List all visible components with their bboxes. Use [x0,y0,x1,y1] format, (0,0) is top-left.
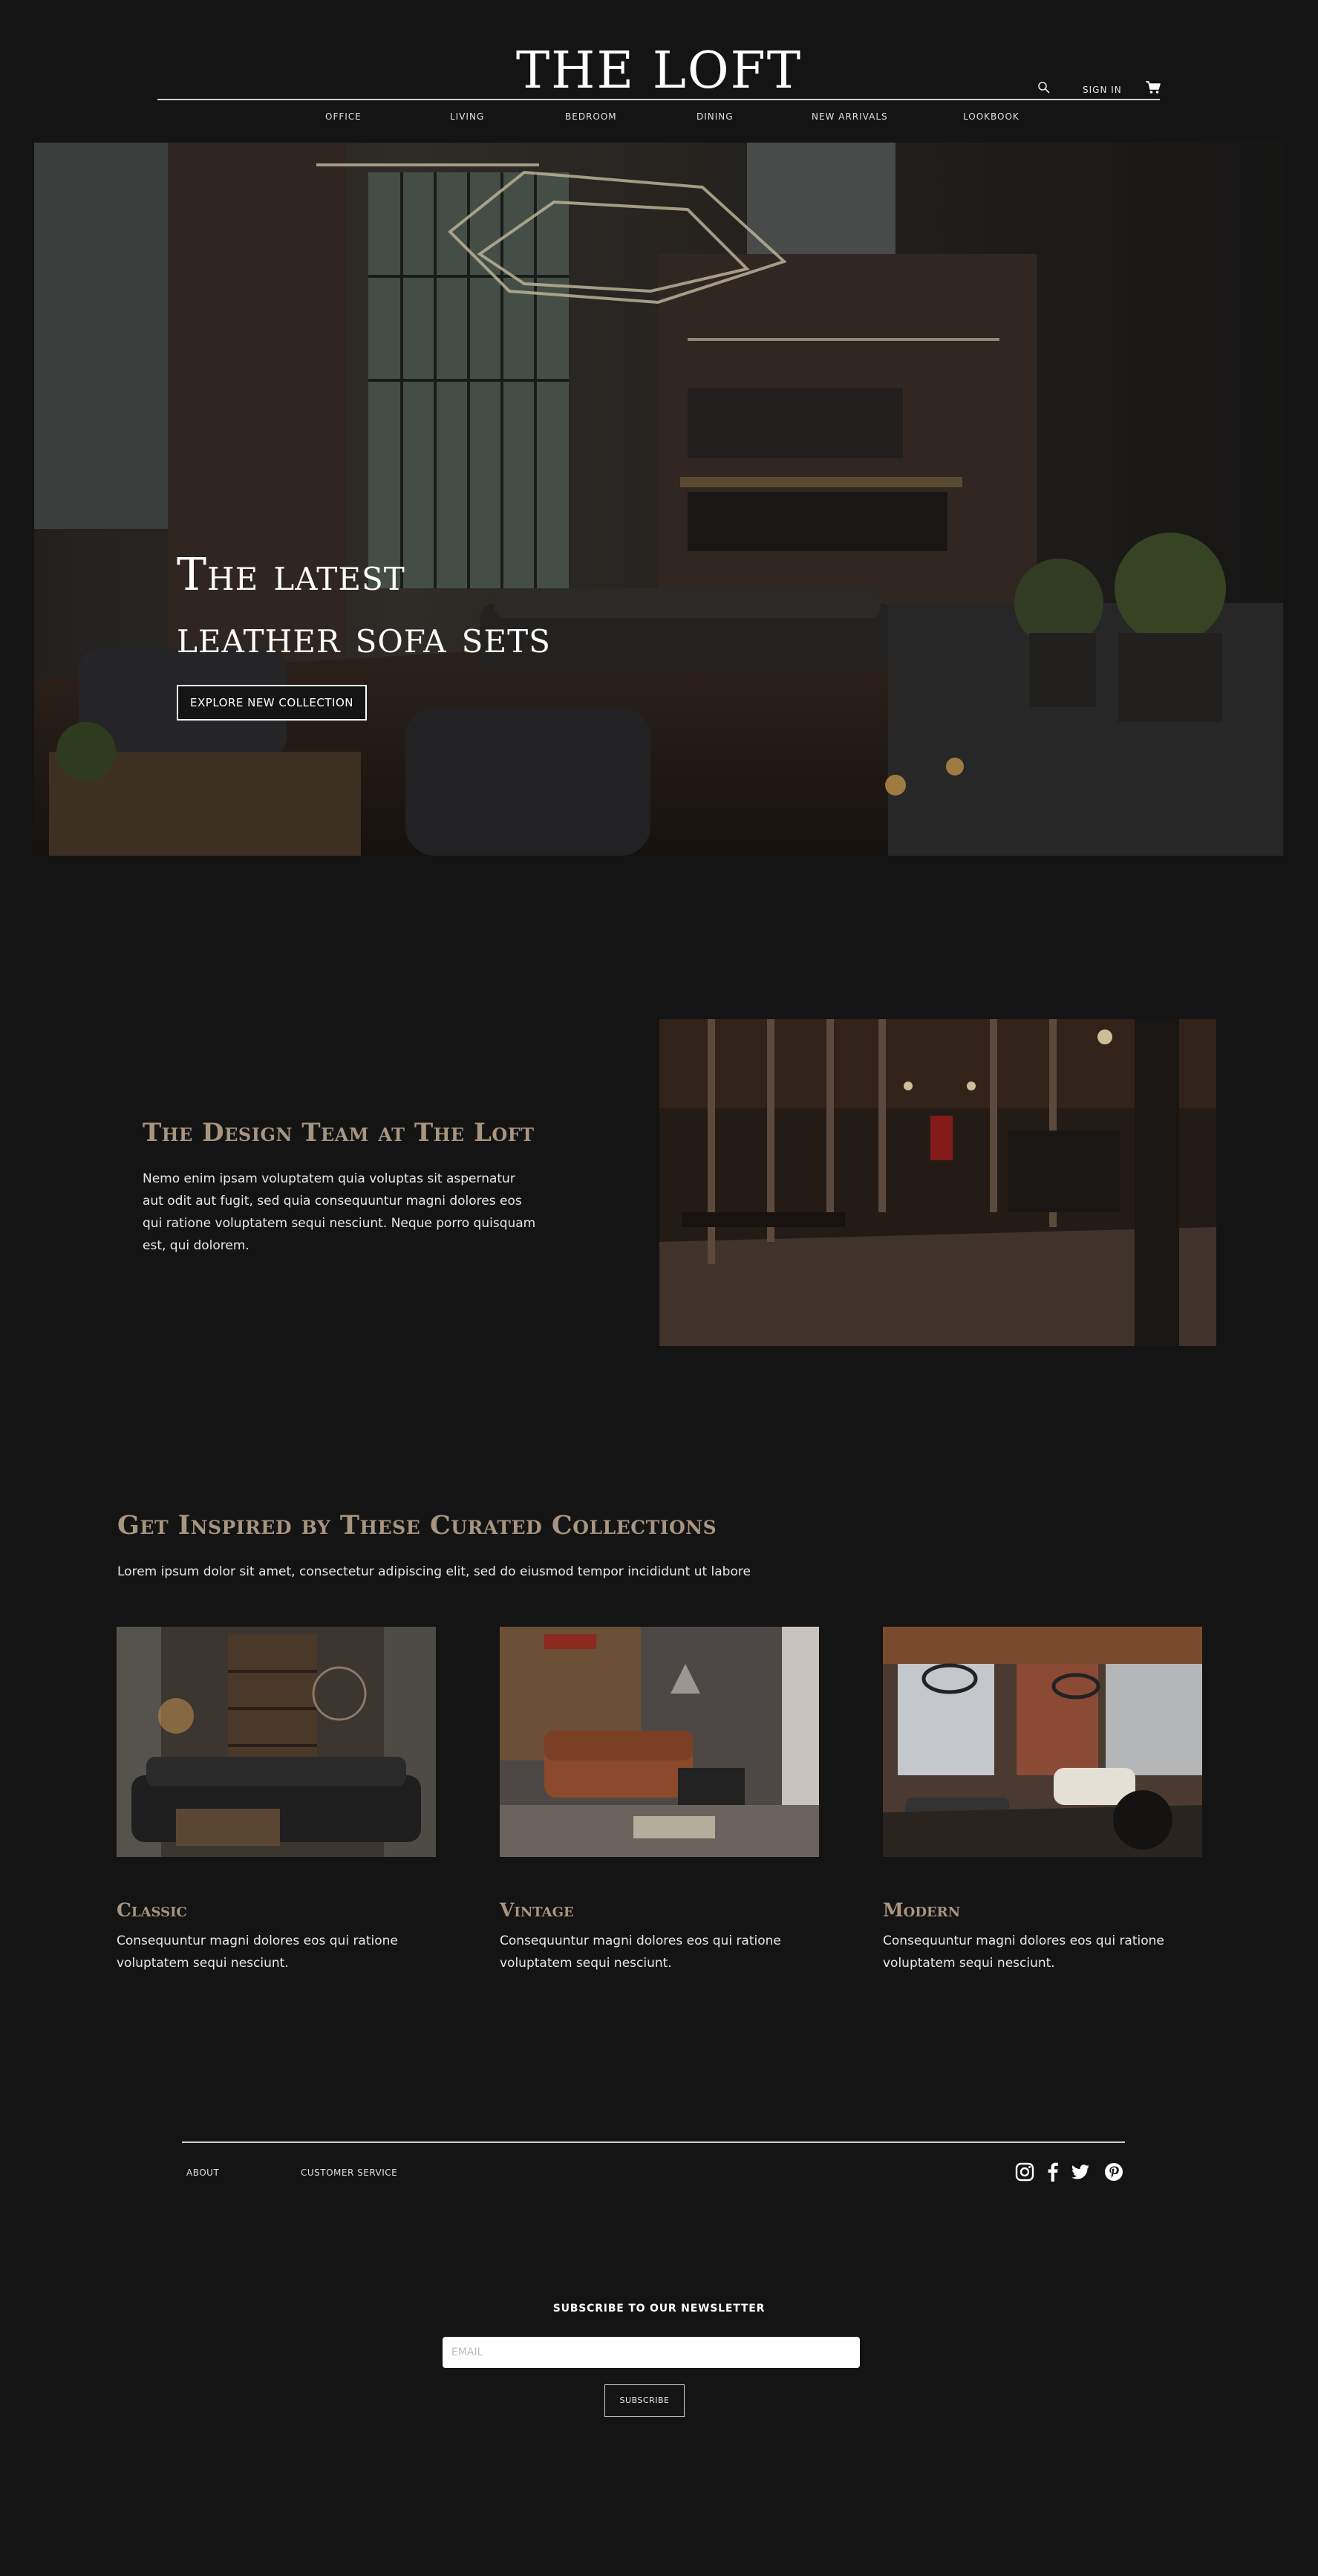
design-team-text: Nemo enim ipsam voluptatem quia voluptas… [143,1171,536,1253]
modern-collection-image[interactable] [883,1627,1202,1857]
vintage-collection-text: Consequuntur magni dolores eos qui ratio… [500,1933,781,1971]
explore-collection-button[interactable]: EXPLORE NEW COLLECTION [177,685,367,721]
design-team-photo [659,1019,1216,1346]
nav-item-living[interactable]: LIVING [450,111,484,122]
classic-collection-text: Consequuntur magni dolores eos qui ratio… [117,1933,398,1971]
nav-item-bedroom[interactable]: BEDROOM [565,111,617,122]
hero-loft-image [34,143,1283,856]
footer-about-link[interactable]: ABOUT [186,2167,219,2178]
twitter-icon[interactable] [1070,2162,1091,2182]
facebook-icon[interactable] [1043,2162,1063,2182]
sign-in-link[interactable]: SIGN IN [1083,85,1122,95]
vintage-collection-title[interactable]: Vintage [500,1899,574,1921]
pinterest-icon[interactable] [1103,2162,1124,2182]
header-divider [157,99,1160,100]
nav-item-new-arrivals[interactable]: NEW ARRIVALS [812,111,888,122]
nav-item-lookbook[interactable]: LOOKBOOK [963,111,1020,122]
collections-title: Get Inspired by These Curated Collection… [117,1510,717,1541]
subscribe-button[interactable]: SUBSCRIBE [604,2384,685,2417]
nav-item-dining[interactable]: DINING [696,111,734,122]
modern-collection-title[interactable]: Modern [883,1899,960,1921]
newsletter-title: SUBSCRIBE TO OUR NEWSLETTER [552,2303,766,2315]
modern-collection-text: Consequuntur magni dolores eos qui ratio… [883,1933,1164,1971]
hero-title-line-1: The latest [177,549,405,601]
classic-collection-image[interactable] [117,1627,436,1857]
main-nav: OFFICE LIVING BEDROOM DINING NEW ARRIVAL… [0,111,1318,126]
hero-banner: The latest leather sofa sets EXPLORE NEW… [34,143,1283,856]
collections-subtitle: Lorem ipsum dolor sit amet, consectetur … [117,1564,751,1579]
hero-title: The latest leather sofa sets [177,544,696,669]
classic-collection-title[interactable]: Classic [117,1899,187,1921]
instagram-icon[interactable] [1014,2162,1035,2182]
newsletter-email-input[interactable] [443,2337,860,2368]
design-team-title: The Design Team at The Loft [143,1118,535,1148]
nav-item-office[interactable]: OFFICE [325,111,362,122]
footer-divider [182,2141,1125,2143]
cart-icon[interactable] [1145,80,1161,95]
footer-customer-service-link[interactable]: CUSTOMER SERVICE [301,2167,397,2178]
vintage-collection-image[interactable] [500,1627,819,1857]
search-icon[interactable] [1037,80,1051,95]
hero-title-line-2: leather sofa sets [177,611,551,663]
